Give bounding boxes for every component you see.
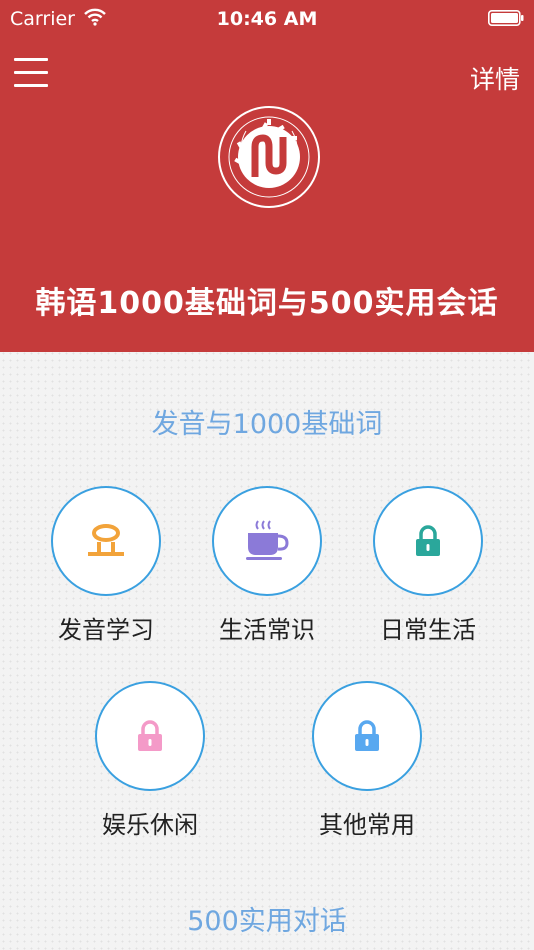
category-entertainment[interactable]: 娱乐休闲 bbox=[60, 681, 240, 840]
university-logo-icon bbox=[218, 106, 320, 208]
header-bar: Carrier 10:46 AM 详情 韩语1000基础词与500实用会话 bbox=[0, 0, 534, 352]
status-bar: Carrier 10:46 AM bbox=[0, 0, 534, 36]
category-circle[interactable] bbox=[95, 681, 205, 791]
category-life-knowledge[interactable]: 生活常识 bbox=[177, 486, 357, 645]
status-time: 10:46 AM bbox=[216, 8, 318, 30]
coffee-cup-icon bbox=[246, 520, 289, 560]
category-circle[interactable] bbox=[373, 486, 483, 596]
category-pronunciation[interactable]: 发音学习 bbox=[16, 486, 196, 645]
detail-button[interactable]: 详情 bbox=[470, 60, 520, 96]
category-label: 其他常用 bbox=[319, 811, 415, 839]
lock-icon bbox=[138, 720, 162, 751]
app-title: 韩语1000基础词与500实用会话 bbox=[35, 286, 499, 321]
menu-icon[interactable] bbox=[14, 58, 48, 94]
lock-icon bbox=[416, 525, 440, 556]
category-label: 生活常识 bbox=[219, 616, 315, 644]
pronunciation-glyph-icon bbox=[88, 524, 124, 556]
category-circle[interactable] bbox=[51, 486, 161, 596]
lock-icon bbox=[355, 720, 379, 751]
category-daily-life[interactable]: 日常生活 bbox=[338, 486, 518, 645]
battery-icon bbox=[488, 10, 524, 26]
section-title-basic-words: 发音与1000基础词 bbox=[151, 409, 383, 440]
category-other[interactable]: 其他常用 bbox=[277, 681, 457, 840]
category-label: 娱乐休闲 bbox=[102, 811, 198, 839]
section-title-dialogues: 500实用对话 bbox=[187, 906, 347, 937]
category-label: 日常生活 bbox=[380, 616, 476, 644]
category-label: 发音学习 bbox=[58, 616, 154, 644]
category-circle[interactable] bbox=[212, 486, 322, 596]
category-circle[interactable] bbox=[312, 681, 422, 791]
